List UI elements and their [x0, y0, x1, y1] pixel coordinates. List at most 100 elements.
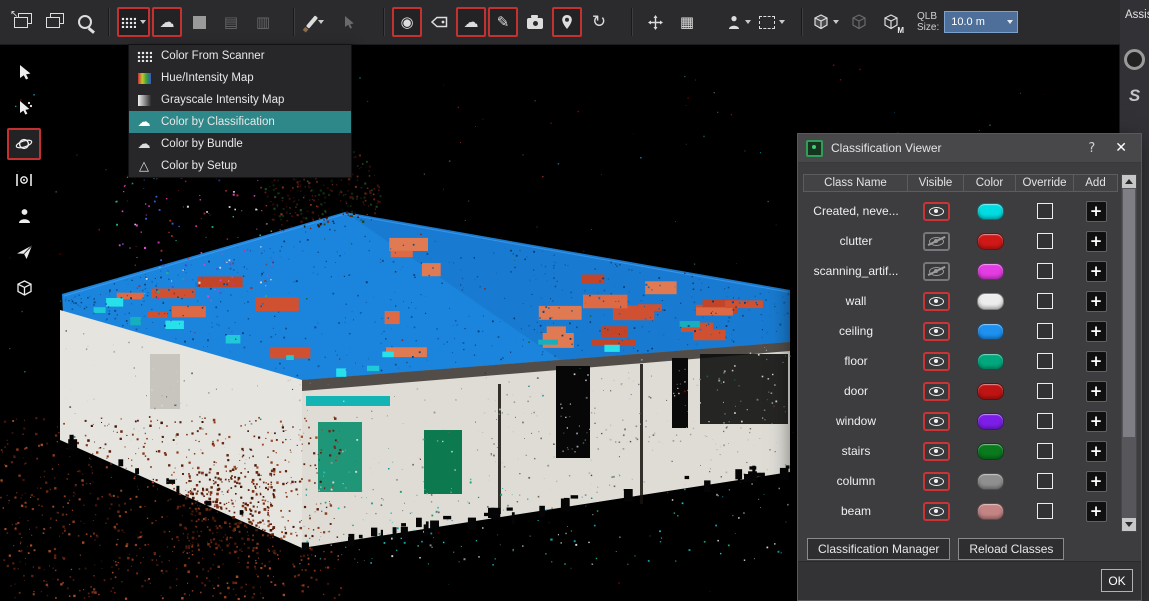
assistant-s-icon[interactable]: S [1120, 86, 1149, 106]
projection-grid-button[interactable]: ▦ [672, 7, 702, 37]
add-class-button[interactable]: + [1086, 291, 1107, 312]
cascade-windows-button[interactable] [38, 7, 68, 37]
visibility-toggle[interactable] [923, 232, 950, 251]
menu-item-hue-intensity[interactable]: Hue/Intensity Map [129, 67, 351, 89]
add-class-button[interactable]: + [1086, 381, 1107, 402]
override-checkbox[interactable] [1037, 263, 1053, 279]
walk-mode-button[interactable] [7, 200, 41, 232]
color-cell [964, 203, 1016, 220]
walkthrough-button[interactable] [724, 7, 754, 37]
color-swatch[interactable] [977, 293, 1004, 310]
scan-point-button[interactable]: ◉ [392, 7, 422, 37]
visibility-toggle[interactable] [923, 502, 950, 521]
color-from-scanner-button[interactable] [117, 7, 150, 37]
color-swatch[interactable] [977, 503, 1004, 520]
visibility-toggle[interactable] [923, 382, 950, 401]
color-swatch[interactable] [977, 263, 1004, 280]
panorama-view-button[interactable]: ▤ [216, 7, 246, 37]
override-checkbox[interactable] [1037, 473, 1053, 489]
paint-brush-button[interactable] [302, 7, 332, 37]
multi-select-tool-button[interactable] [7, 92, 41, 124]
override-checkbox[interactable] [1037, 233, 1053, 249]
override-checkbox[interactable] [1037, 323, 1053, 339]
select-tool-button[interactable] [7, 56, 41, 88]
scroll-up-button[interactable] [1122, 175, 1136, 188]
color-cell [964, 263, 1016, 280]
dialog-titlebar[interactable]: Classification Viewer ? ✕ [798, 134, 1141, 163]
ok-button[interactable]: OK [1101, 569, 1133, 592]
menu-item-grayscale-intensity[interactable]: Grayscale Intensity Map [129, 89, 351, 111]
override-checkbox[interactable] [1037, 443, 1053, 459]
center-target-icon [15, 172, 33, 188]
image-overlay-button[interactable]: ▥ [248, 7, 278, 37]
wire-box-button[interactable] [844, 7, 874, 37]
color-swatch[interactable] [977, 473, 1004, 490]
color-by-classification-button[interactable]: ☁ [152, 7, 182, 37]
add-class-button[interactable]: + [1086, 471, 1107, 492]
visibility-toggle[interactable] [923, 292, 950, 311]
reload-classes-button[interactable]: Reload Classes [958, 538, 1064, 560]
menu-item-color-by-classification[interactable]: ☁ Color by Classification [129, 111, 351, 133]
color-swatch[interactable] [977, 323, 1004, 340]
override-checkbox[interactable] [1037, 503, 1053, 519]
add-class-button[interactable]: + [1086, 441, 1107, 462]
color-swatch[interactable] [977, 383, 1004, 400]
add-class-button[interactable]: + [1086, 411, 1107, 432]
color-swatch[interactable] [977, 203, 1004, 220]
add-class-button[interactable]: + [1086, 201, 1107, 222]
scrollbar-thumb[interactable] [1123, 189, 1135, 437]
menu-item-color-by-bundle[interactable]: ☁ Color by Bundle [129, 133, 351, 155]
visibility-toggle[interactable] [923, 412, 950, 431]
annotation-pen-button[interactable]: ✎ [488, 7, 518, 37]
add-class-button[interactable]: + [1086, 231, 1107, 252]
color-swatch[interactable] [977, 443, 1004, 460]
label-tool-button[interactable] [424, 7, 454, 37]
center-view-button[interactable] [7, 164, 41, 196]
qlb-size-select[interactable]: 10.0 m [944, 11, 1018, 33]
override-checkbox[interactable] [1037, 203, 1053, 219]
override-checkbox[interactable] [1037, 383, 1053, 399]
override-checkbox[interactable] [1037, 413, 1053, 429]
color-cell [964, 503, 1016, 520]
help-button[interactable]: ? [1082, 141, 1101, 156]
selection-rect-button[interactable] [756, 7, 788, 37]
model-box-button[interactable]: M [876, 7, 906, 37]
add-class-button[interactable]: + [1086, 321, 1107, 342]
fly-mode-button[interactable] [7, 236, 41, 268]
add-class-button[interactable]: + [1086, 261, 1107, 282]
color-swatch[interactable] [977, 353, 1004, 370]
move-tool-button[interactable] [640, 7, 670, 37]
close-button[interactable]: ✕ [1109, 140, 1133, 156]
limit-box-button[interactable] [810, 7, 842, 37]
scroll-down-button[interactable] [1122, 518, 1136, 531]
visibility-toggle[interactable] [923, 472, 950, 491]
visibility-toggle[interactable] [923, 352, 950, 371]
dialog-title: Classification Viewer [831, 141, 1074, 155]
assistant-donut-icon[interactable] [1124, 49, 1145, 70]
point-cloud-tool-button[interactable]: ☁ [456, 7, 486, 37]
menu-item-color-from-scanner[interactable]: Color From Scanner [129, 45, 351, 67]
override-checkbox[interactable] [1037, 353, 1053, 369]
menu-item-color-by-setup[interactable]: △ Color by Setup [129, 155, 351, 177]
clip-box-button[interactable] [7, 272, 41, 304]
pan-view-button[interactable]: ↖ [6, 7, 36, 37]
color-swatch[interactable] [977, 413, 1004, 430]
table-scrollbar[interactable] [1121, 174, 1137, 532]
visibility-toggle[interactable] [923, 262, 950, 281]
color-picker-button[interactable] [334, 7, 364, 37]
geotag-button[interactable] [552, 7, 582, 37]
zoom-window-button[interactable] [70, 7, 100, 37]
snapshot-button[interactable] [520, 7, 550, 37]
visibility-toggle[interactable] [923, 322, 950, 341]
visibility-toggle[interactable] [923, 442, 950, 461]
add-class-button[interactable]: + [1086, 501, 1107, 522]
solid-color-button[interactable] [184, 7, 214, 37]
visibility-toggle[interactable] [923, 202, 950, 221]
add-class-button[interactable]: + [1086, 351, 1107, 372]
chevron-down-icon [1007, 20, 1013, 24]
override-checkbox[interactable] [1037, 293, 1053, 309]
classification-manager-button[interactable]: Classification Manager [807, 538, 950, 560]
refresh-view-button[interactable]: ↻ [584, 7, 614, 37]
orbit-tool-button[interactable] [7, 128, 41, 160]
color-swatch[interactable] [977, 233, 1004, 250]
